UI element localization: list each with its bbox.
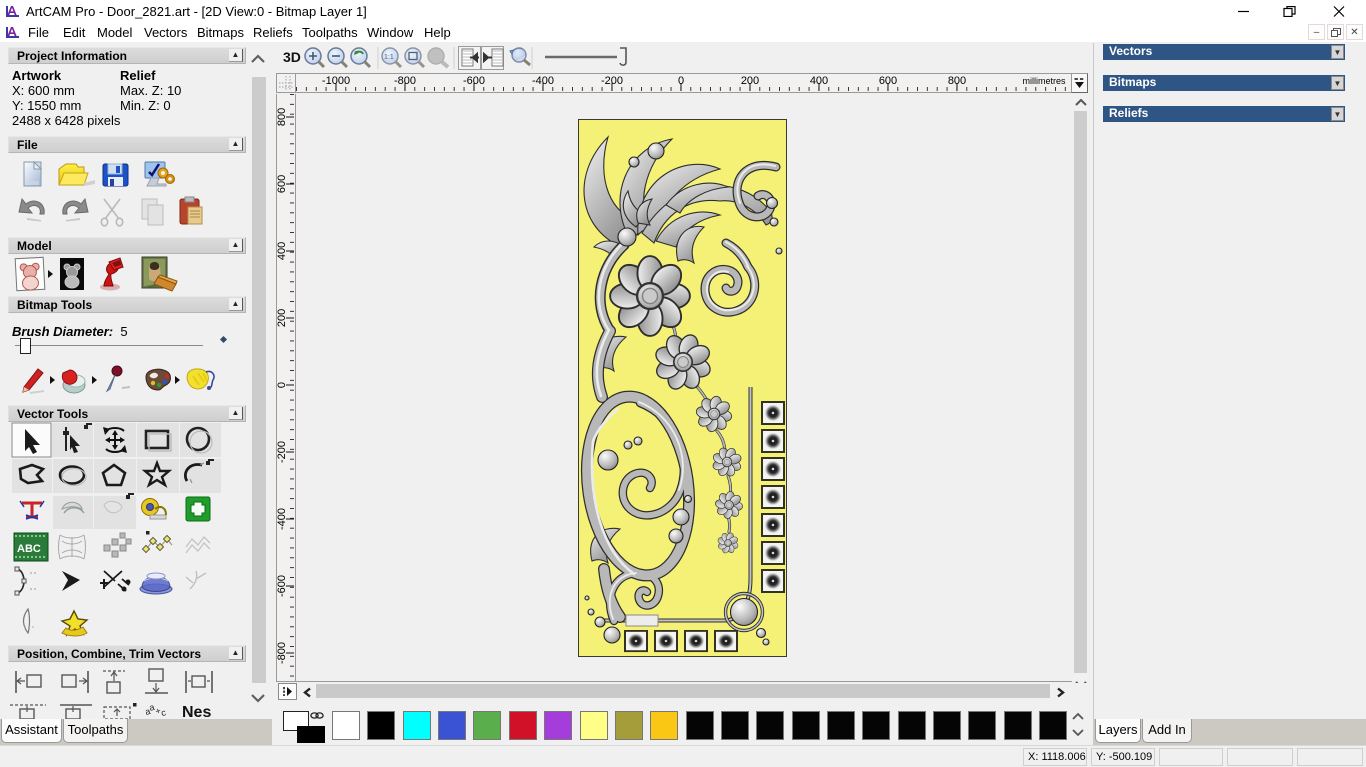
svg-text:200: 200 [277, 309, 288, 327]
svg-text:-1000: -1000 [322, 75, 350, 87]
svg-text:1:1: 1:1 [384, 54, 394, 61]
svg-text:-400: -400 [277, 508, 288, 530]
svg-text:-800: -800 [394, 75, 416, 87]
svg-text:400: 400 [810, 75, 828, 87]
svg-text:Nes: Nes [182, 704, 211, 719]
svg-text:millimetres: millimetres [1022, 76, 1066, 86]
svg-text:-800: -800 [277, 642, 288, 664]
svg-text:200: 200 [741, 75, 759, 87]
svg-text:ABC: ABC [17, 543, 41, 555]
svg-text:-600: -600 [277, 575, 288, 597]
svg-text:600: 600 [879, 75, 897, 87]
svg-text:3D: 3D [283, 49, 301, 65]
svg-text:400: 400 [277, 242, 288, 260]
svg-text:800: 800 [277, 108, 288, 126]
svg-text:-400: -400 [532, 75, 554, 87]
svg-text:0: 0 [678, 75, 684, 87]
svg-text:-200: -200 [277, 441, 288, 463]
svg-text:600: 600 [277, 175, 288, 193]
svg-text:-600: -600 [463, 75, 485, 87]
svg-text:aa+c: aa+c [143, 699, 167, 719]
svg-text:800: 800 [948, 75, 966, 87]
svg-text:-200: -200 [601, 75, 623, 87]
svg-text:0: 0 [277, 382, 288, 388]
